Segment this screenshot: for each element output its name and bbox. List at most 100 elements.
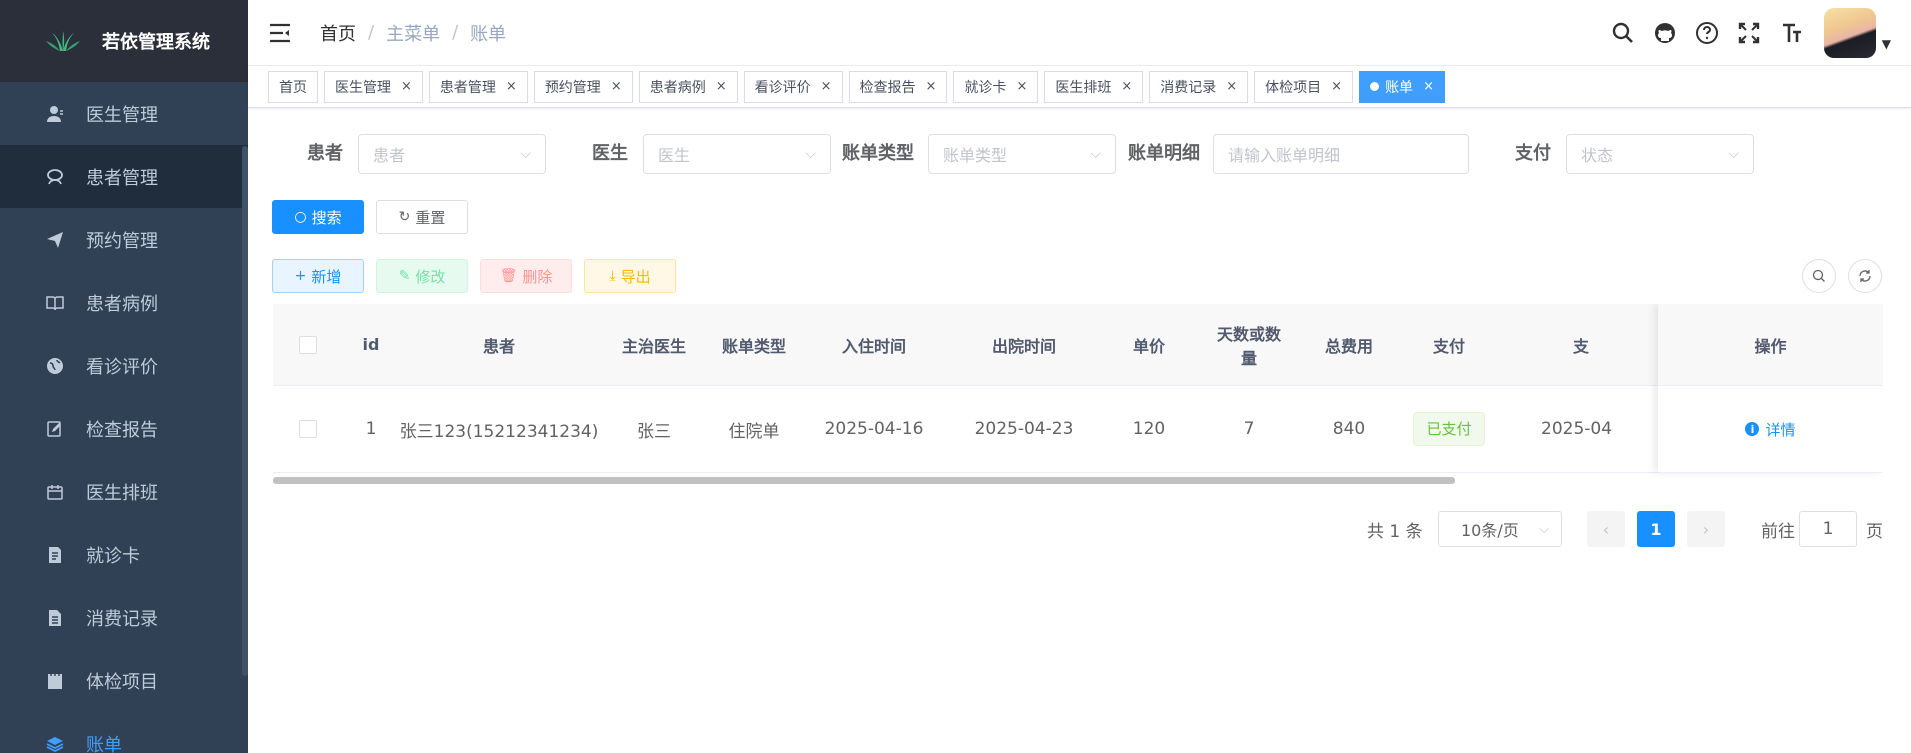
sidebar-item-exam[interactable]: 体检项目 (0, 649, 248, 712)
sidebar-item-label: 就诊卡 (86, 545, 140, 567)
tag-label: 预约管理 (544, 79, 601, 96)
sidebar: 若依管理系统 医生管理 患者管理 预约管理 患者病例 看诊评价 检查报告 医生排… (0, 0, 248, 753)
avatar[interactable] (1823, 8, 1876, 58)
cell-discharge-time: 2025-04-23 (974, 419, 1074, 439)
tag-item[interactable]: 医生管理 × (324, 70, 423, 103)
tag-item[interactable]: 消费记录 × (1149, 70, 1249, 103)
fullscreen-icon[interactable] (1736, 20, 1762, 46)
refresh-icon (1859, 270, 1871, 282)
toggle-search-button[interactable] (1802, 259, 1836, 293)
tag-label: 消费记录 (1160, 79, 1217, 96)
actions-cell: i 详情 (1658, 386, 1883, 473)
sidebar-item-patient[interactable]: 患者管理 (0, 145, 248, 208)
font-size-icon[interactable] (1778, 20, 1804, 46)
cell-id: 1 (365, 419, 377, 439)
add-button[interactable]: + 新增 (272, 259, 364, 293)
tag-item[interactable]: 看诊评价 × (743, 70, 843, 103)
sidebar-item-review[interactable]: 看诊评价 (0, 334, 248, 397)
breadcrumb: 首页 / 主菜单 / 账单 (320, 20, 506, 46)
close-icon[interactable]: × (716, 79, 727, 94)
github-icon[interactable] (1652, 20, 1678, 46)
tag-item[interactable]: 检查报告 × (848, 70, 948, 103)
header-actions: 操作 (1658, 304, 1883, 386)
tag-item[interactable]: 账单 × (1359, 70, 1445, 103)
header-payment: 支付 (1432, 336, 1465, 356)
doctor-select[interactable]: 医生 ⌵ (643, 134, 831, 174)
breadcrumb-parent: 主菜单 (386, 23, 441, 45)
sidebar-item-report[interactable]: 检查报告 (0, 397, 248, 460)
tag-item[interactable]: 患者管理 × (428, 70, 528, 103)
close-icon[interactable]: × (1226, 79, 1237, 94)
close-icon[interactable]: × (821, 79, 832, 94)
bill-type-select[interactable]: 账单类型 ⌵ (928, 134, 1116, 174)
page-number-button[interactable]: 1 (1637, 511, 1675, 547)
sidebar-scrollbar[interactable] (242, 146, 248, 676)
close-icon[interactable]: × (1423, 79, 1434, 94)
breadcrumb-home[interactable]: 首页 (320, 20, 356, 46)
close-icon[interactable]: × (611, 79, 622, 94)
payment-status-select[interactable]: 状态 ⌵ (1566, 134, 1754, 174)
close-icon[interactable]: × (1331, 79, 1342, 94)
status-badge: 已支付 (1413, 412, 1485, 446)
sidebar-item-schedule[interactable]: 医生排班 (0, 460, 248, 523)
close-icon[interactable]: × (1016, 79, 1027, 94)
reset-button[interactable]: ↻ 重置 (376, 200, 468, 234)
refresh-table-button[interactable] (1848, 259, 1882, 293)
sidebar-item-consumption[interactable]: 消费记录 (0, 586, 248, 649)
header-admit-time: 入住时间 (841, 336, 906, 356)
navbar: 首页 / 主菜单 / 账单 ▼ (248, 0, 1911, 66)
tag-item[interactable]: 就诊卡 × (953, 70, 1039, 103)
next-page-button[interactable]: › (1687, 511, 1725, 547)
header-discharge-time: 出院时间 (991, 336, 1056, 356)
tags-view: 首页 医生管理 × 患者管理 × 预约管理 × 患者病例 × 看诊评价 × 检查报告 × 就诊卡 × 医生排班… (248, 66, 1911, 108)
cell-price: 120 (1132, 419, 1166, 439)
sidebar-item-records[interactable]: 患者病例 (0, 271, 248, 334)
patient-select[interactable]: 患者 ⌵ (358, 134, 546, 174)
sidebar-item-doctor[interactable]: 医生管理 (0, 82, 248, 145)
sidebar-item-label: 检查报告 (86, 419, 158, 441)
search-button[interactable]: ○ 搜索 (272, 200, 364, 234)
table-horizontal-scrollbar[interactable] (273, 477, 1455, 484)
sidebar-item-bill[interactable]: 账单 (0, 712, 248, 753)
tag-item[interactable]: 医生排班 × (1044, 70, 1144, 103)
logo[interactable]: 若依管理系统 (0, 0, 248, 82)
goto-prefix: 前往 (1761, 521, 1795, 542)
cell-admit-time: 2025-04-16 (824, 419, 924, 439)
tag-item[interactable]: 首页 (268, 70, 318, 103)
export-button[interactable]: ⤓ 导出 (584, 259, 676, 293)
delete-button[interactable]: 🗑 删除 (480, 259, 572, 293)
info-icon: i (1745, 422, 1760, 436)
close-icon[interactable]: × (506, 79, 517, 94)
table-header: id 患者 主治医生 账单类型 入住时间 出院时间 单价 天数或数 量 总费用 … (273, 304, 1883, 386)
bill-detail-input[interactable]: 请输入账单明细 (1213, 134, 1469, 174)
hamburger-icon[interactable] (268, 21, 292, 45)
goto-page-input[interactable]: 1 (1799, 511, 1857, 547)
download-icon: ⤓ (609, 268, 616, 284)
tag-item[interactable]: 患者病例 × (638, 70, 738, 103)
sidebar-item-card[interactable]: 就诊卡 (0, 523, 248, 586)
table-row: 1 张三123(15212341234) 张三 住院单 2025-04-16 2… (273, 386, 1883, 473)
caret-down-icon[interactable]: ▼ (1882, 37, 1891, 51)
prev-page-button[interactable]: ‹ (1587, 511, 1625, 547)
close-icon[interactable]: × (401, 79, 412, 94)
cell-patient: 张三123(15212341234) (399, 421, 599, 442)
pagination-total: 共 1 条 (1367, 521, 1423, 542)
tag-item[interactable]: 预约管理 × (533, 70, 633, 103)
edit-button[interactable]: ✎ 修改 (376, 259, 468, 293)
sidebar-item-appointment[interactable]: 预约管理 (0, 208, 248, 271)
close-icon[interactable]: × (1121, 79, 1132, 94)
detail-button[interactable]: i 详情 (1745, 419, 1796, 440)
page-size-select[interactable]: 10条/页 ⌵ (1438, 511, 1562, 547)
bill-detail-placeholder: 请输入账单明细 (1228, 146, 1341, 165)
bill-type-placeholder: 账单类型 (943, 146, 1008, 165)
page-size-value: 10条/页 (1461, 521, 1519, 540)
sidebar-menu: 医生管理 患者管理 预约管理 患者病例 看诊评价 检查报告 医生排班 就诊卡 消… (0, 82, 248, 753)
question-icon[interactable] (1694, 20, 1720, 46)
close-icon[interactable]: × (926, 79, 937, 94)
doc-icon (46, 609, 64, 627)
search-icon[interactable] (1610, 20, 1636, 46)
row-checkbox[interactable] (299, 420, 317, 438)
tag-item[interactable]: 体检项目 × (1254, 70, 1354, 103)
tag-label: 体检项目 (1265, 79, 1322, 96)
select-all-checkbox[interactable] (299, 335, 317, 354)
